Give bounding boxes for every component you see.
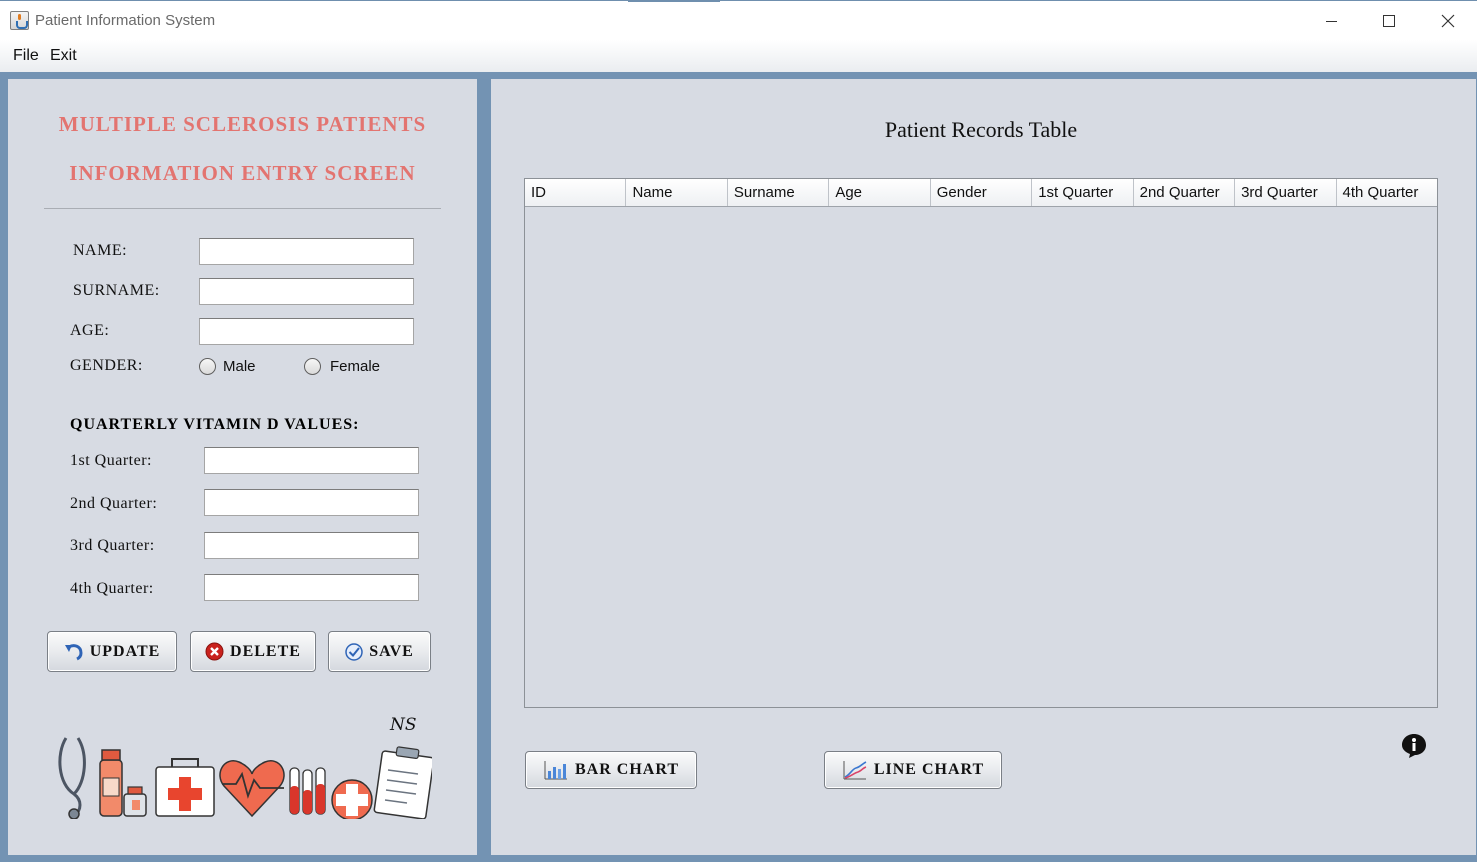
menu-file[interactable]: File: [13, 47, 39, 65]
gender-male-label[interactable]: Male: [223, 358, 256, 375]
medical-cross-badge-icon: [331, 779, 373, 819]
column-header-age[interactable]: Age: [829, 179, 931, 206]
q4-field[interactable]: [204, 574, 419, 601]
bar-chart-button-label: BAR CHART: [575, 761, 679, 778]
delete-button-label: DELETE: [230, 642, 301, 660]
age-field[interactable]: [199, 318, 414, 345]
clipboard-icon: [373, 746, 432, 819]
line-chart-button[interactable]: LINE CHART: [824, 751, 1002, 789]
minimize-icon: [1325, 20, 1337, 22]
table-header: ID Name Surname Age Gender 1st Quarter 2…: [525, 179, 1437, 207]
red-x-circle-icon: [205, 642, 224, 661]
first-aid-kit-icon: [155, 758, 215, 817]
name-field[interactable]: [199, 238, 414, 265]
title-bar-accent: [628, 0, 720, 2]
column-header-q3[interactable]: 3rd Quarter: [1235, 179, 1337, 206]
save-button[interactable]: SAVE: [328, 631, 431, 672]
menu-exit[interactable]: Exit: [50, 47, 77, 65]
save-button-label: SAVE: [369, 642, 414, 660]
column-header-gender[interactable]: Gender: [931, 179, 1033, 206]
medicine-bottle-icon: [99, 749, 147, 817]
menu-bar: File Exit: [0, 40, 1477, 72]
bar-chart-button[interactable]: BAR CHART: [525, 751, 697, 789]
stethoscope-icon: [58, 737, 86, 819]
close-icon: [1441, 14, 1455, 28]
column-header-q4[interactable]: 4th Quarter: [1337, 179, 1437, 206]
records-panel: Patient Records Table ID Name Surname Ag…: [491, 79, 1476, 855]
column-header-q1[interactable]: 1st Quarter: [1032, 179, 1134, 206]
java-cup-icon: [10, 11, 29, 30]
delete-button[interactable]: DELETE: [190, 631, 316, 672]
line-chart-button-label: LINE CHART: [873, 761, 985, 778]
patient-records-table[interactable]: ID Name Surname Age Gender 1st Quarter 2…: [524, 178, 1438, 708]
line-chart-icon: [842, 759, 868, 781]
close-button[interactable]: [1419, 1, 1477, 41]
q3-label: 3rd Quarter:: [70, 537, 155, 554]
undo-arrow-icon: [64, 643, 84, 661]
q4-label: 4th Quarter:: [70, 580, 154, 597]
column-header-name[interactable]: Name: [626, 179, 728, 206]
update-button[interactable]: UPDATE: [47, 631, 177, 672]
bar-chart-icon: [543, 759, 569, 781]
column-header-q2[interactable]: 2nd Quarter: [1134, 179, 1236, 206]
signature: NS: [390, 715, 417, 735]
age-label: AGE:: [70, 322, 110, 339]
heart-icon: [219, 760, 285, 818]
surname-field[interactable]: [199, 278, 414, 305]
maximize-icon: [1383, 15, 1395, 27]
title-bar: Patient Information System: [0, 0, 1477, 40]
surname-label: SURNAME:: [73, 282, 160, 299]
vitamin-d-section-title: QUARTERLY VITAMIN D VALUES:: [70, 416, 360, 433]
name-label: NAME:: [73, 242, 128, 259]
maximize-button[interactable]: [1360, 1, 1418, 41]
medical-illustration: [58, 737, 432, 819]
column-header-id[interactable]: ID: [525, 179, 627, 206]
q2-label: 2nd Quarter:: [70, 495, 158, 512]
blue-check-circle-icon: [345, 642, 363, 661]
form-heading-line2: INFORMATION ENTRY SCREEN: [69, 161, 416, 185]
gender-male-radio[interactable]: [199, 358, 216, 375]
q2-field[interactable]: [204, 489, 419, 516]
gender-label: GENDER:: [70, 357, 143, 374]
q1-label: 1st Quarter:: [70, 452, 152, 469]
column-header-surname[interactable]: Surname: [728, 179, 830, 206]
minimize-button[interactable]: [1302, 1, 1360, 41]
info-icon[interactable]: [1401, 733, 1427, 759]
form-heading-line1: MULTIPLE SCLEROSIS PATIENTS: [58, 112, 427, 136]
q3-field[interactable]: [204, 532, 419, 559]
gender-female-radio[interactable]: [304, 358, 321, 375]
records-table-title: Patient Records Table: [884, 117, 1078, 142]
heading-separator: [44, 208, 441, 209]
test-tubes-icon: [289, 767, 326, 815]
update-button-label: UPDATE: [89, 642, 161, 660]
entry-form-panel: MULTIPLE SCLEROSIS PATIENTS INFORMATION …: [8, 79, 477, 855]
window-title: Patient Information System: [35, 12, 216, 29]
gender-female-label[interactable]: Female: [330, 358, 380, 375]
q1-field[interactable]: [204, 447, 419, 474]
